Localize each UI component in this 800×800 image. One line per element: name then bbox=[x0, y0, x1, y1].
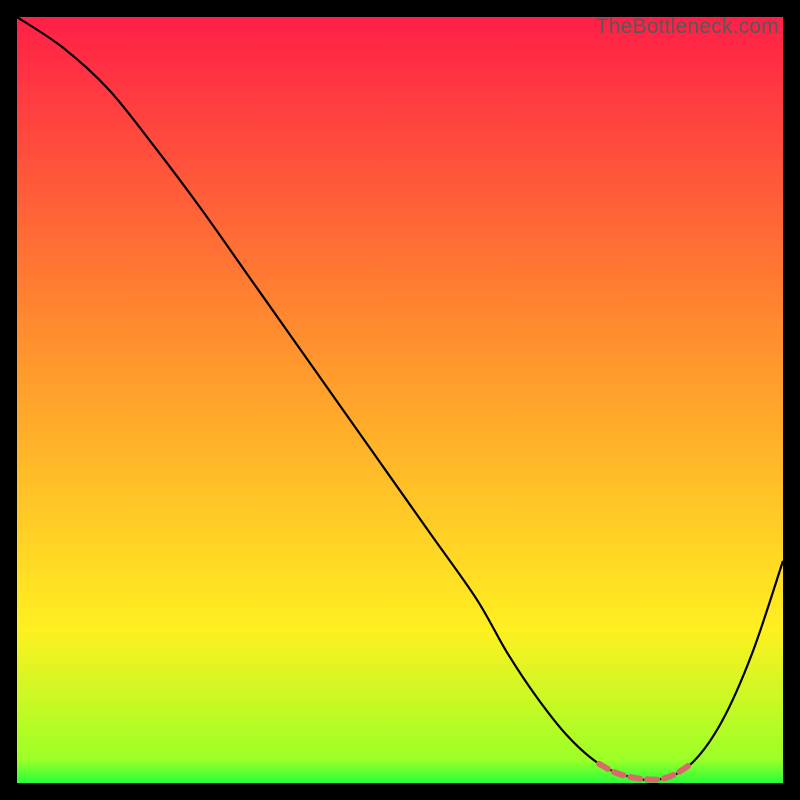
watermark-text: TheBottleneck.com bbox=[596, 15, 779, 39]
bottleneck-chart bbox=[17, 17, 783, 783]
gradient-background bbox=[17, 17, 783, 783]
plot-area: TheBottleneck.com bbox=[17, 17, 783, 783]
